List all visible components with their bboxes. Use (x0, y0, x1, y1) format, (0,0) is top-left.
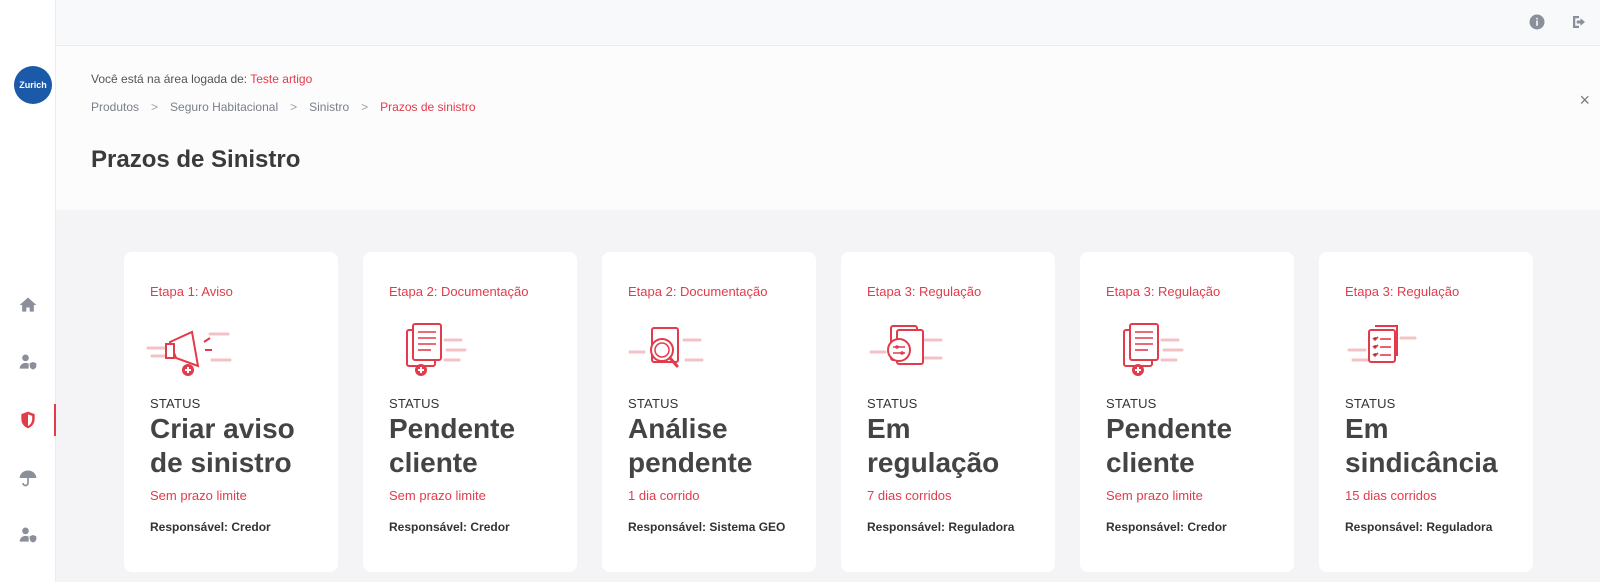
breadcrumb: Produtos > Seguro Habitacional > Sinistr… (91, 100, 476, 114)
responsible-text: Responsável: Credor (1106, 520, 1227, 534)
deadline-text: 15 dias corridos (1345, 488, 1437, 503)
stage-label: Etapa 3: Regulação (1106, 284, 1221, 299)
stage-cards: Etapa 1: Aviso STATUS Criar aviso de sin… (124, 252, 1533, 572)
document-add-icon (406, 323, 467, 376)
logged-area-text: Você está na área logada de: Teste artig… (91, 72, 312, 86)
status-label: STATUS (867, 396, 918, 411)
document-settings-icon (869, 325, 943, 365)
deadline-text: 1 dia corrido (628, 488, 700, 503)
stage-card: Etapa 2: Documentação STATUS Análise pen… (602, 252, 816, 572)
document-add-icon (1123, 323, 1184, 376)
status-label: STATUS (1106, 396, 1157, 411)
stage-card: Etapa 1: Aviso STATUS Criar aviso de sin… (124, 252, 338, 572)
sidebar-item-user-shield[interactable] (0, 515, 56, 555)
checklist-icon (1347, 325, 1417, 363)
info-button[interactable] (1527, 12, 1547, 32)
close-button[interactable]: × (1579, 90, 1590, 111)
status-value: Pendente cliente (1106, 413, 1233, 478)
responsible-text: Responsável: Sistema GEO (628, 520, 786, 534)
breadcrumb-item-produtos[interactable]: Produtos (91, 100, 139, 114)
document-search-icon (628, 327, 704, 368)
deadline-text: 7 dias corridos (867, 488, 952, 503)
logo-text: Zurich (19, 80, 47, 90)
megaphone-icon (146, 330, 232, 376)
breadcrumb-item-prazos-de-sinistro: Prazos de sinistro (380, 100, 476, 114)
deadline-text: Sem prazo limite (389, 488, 486, 503)
breadcrumb-separator: > (361, 100, 369, 114)
responsible-text: Responsável: Credor (150, 520, 271, 534)
stage-label: Etapa 2: Documentação (628, 284, 768, 299)
home-icon (19, 297, 37, 312)
deadline-text: Sem prazo limite (1106, 488, 1203, 503)
user-shield-icon (19, 354, 37, 370)
sidebar: Zurich (0, 0, 56, 582)
deadline-text: Sem prazo limite (150, 488, 247, 503)
responsible-text: Responsável: Reguladora (867, 520, 1015, 534)
logout-icon (1573, 16, 1585, 28)
sidebar-item-shield[interactable] (0, 400, 56, 440)
shield-icon (21, 411, 35, 429)
header: Você está na área logada de: Teste artig… (56, 46, 1600, 210)
status-value: Pendente cliente (389, 413, 516, 478)
responsible-text: Responsável: Credor (389, 520, 510, 534)
status-label: STATUS (1345, 396, 1396, 411)
stage-card: Etapa 3: Regulação STATUS Em sindicância… (1319, 252, 1533, 572)
breadcrumb-item-sinistro[interactable]: Sinistro (309, 100, 349, 114)
sidebar-item-home[interactable] (0, 285, 56, 325)
stage-card: Etapa 3: Regulação STATUS Pendente clien… (1080, 252, 1294, 572)
stage-label: Etapa 3: Regulação (867, 284, 982, 299)
user-shield-icon (19, 527, 37, 543)
page-title: Prazos de Sinistro (91, 146, 301, 173)
sidebar-item-umbrella[interactable] (0, 458, 56, 498)
breadcrumb-separator: > (151, 100, 159, 114)
logout-button[interactable] (1569, 12, 1589, 32)
umbrella-icon (19, 470, 37, 487)
stage-label: Etapa 3: Regulação (1345, 284, 1460, 299)
status-label: STATUS (389, 396, 440, 411)
breadcrumb-item-seguro-habitacional[interactable]: Seguro Habitacional (170, 100, 278, 114)
info-icon (1529, 14, 1545, 30)
status-value: Em regulação (867, 413, 1000, 478)
status-label: STATUS (150, 396, 201, 411)
status-label: STATUS (628, 396, 679, 411)
status-value: Análise pendente (628, 413, 753, 478)
status-value: Em sindicância (1345, 413, 1498, 478)
stage-label: Etapa 2: Documentação (389, 284, 529, 299)
logged-user-link[interactable]: Teste artigo (250, 72, 312, 86)
topbar (56, 0, 1600, 46)
logged-prefix: Você está na área logada de: (91, 72, 248, 86)
stage-card: Etapa 2: Documentação STATUS Pendente cl… (363, 252, 577, 572)
breadcrumb-separator: > (290, 100, 298, 114)
status-value: Criar aviso de sinistro (150, 413, 295, 478)
responsible-text: Responsável: Reguladora (1345, 520, 1493, 534)
zurich-logo[interactable]: Zurich (14, 66, 52, 104)
stage-card: Etapa 3: Regulação STATUS Em regulação 7… (841, 252, 1055, 572)
stage-label: Etapa 1: Aviso (150, 284, 233, 299)
sidebar-item-users[interactable] (0, 342, 56, 382)
